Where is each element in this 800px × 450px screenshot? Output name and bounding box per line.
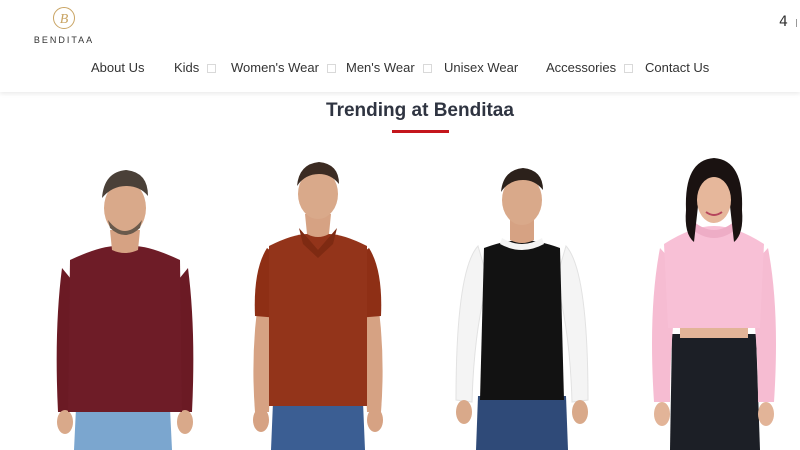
nav-label: About Us — [91, 60, 145, 75]
nav-label: Men's Wear — [346, 60, 415, 75]
product-card-4[interactable] — [630, 150, 800, 450]
chevron-down-icon — [207, 64, 217, 73]
chevron-down-icon — [422, 64, 432, 73]
brand-name: BENDITAA — [33, 35, 95, 45]
nav-item-unisex-wear[interactable]: Unisex Wear — [444, 60, 518, 75]
main-navigation: About Us Kids Women's Wear Men's Wear Un… — [0, 60, 800, 82]
nav-item-about-us[interactable]: About Us — [91, 60, 144, 75]
nav-label: Contact Us — [645, 60, 710, 75]
nav-label: Kids — [174, 60, 200, 75]
chevron-down-icon — [624, 64, 634, 73]
header-divider — [796, 19, 800, 27]
product-image-pink-hoodie — [652, 158, 776, 450]
nav-item-kids[interactable]: Kids — [174, 60, 217, 75]
site-header: B BENDITAA 4 About Us Kids Women's Wear … — [0, 0, 800, 92]
title-underline — [392, 130, 449, 133]
product-image-raglan-tshirt — [455, 168, 589, 450]
logo-letter: B — [60, 12, 69, 27]
cart-count-badge[interactable]: 4 — [779, 14, 788, 30]
brand-logo[interactable]: B BENDITAA — [28, 6, 100, 48]
product-card-1[interactable] — [40, 150, 210, 450]
nav-item-contact-us[interactable]: Contact Us — [645, 60, 709, 75]
nav-item-mens-wear[interactable]: Men's Wear — [346, 60, 432, 75]
nav-label: Accessories — [546, 60, 617, 75]
chevron-down-icon — [326, 64, 336, 73]
section-title: Trending at Benditaa — [326, 100, 514, 121]
nav-label: Unisex Wear — [444, 60, 519, 75]
product-card-3[interactable] — [440, 150, 610, 450]
nav-item-womens-wear[interactable]: Women's Wear — [231, 60, 336, 75]
product-image-rust-polo — [253, 162, 383, 450]
logo-mark-icon: B — [53, 7, 75, 29]
product-card-2[interactable] — [233, 150, 403, 450]
nav-label: Women's Wear — [231, 60, 319, 75]
nav-item-accessories[interactable]: Accessories — [546, 60, 634, 75]
product-image-maroon-tshirt — [56, 170, 194, 450]
